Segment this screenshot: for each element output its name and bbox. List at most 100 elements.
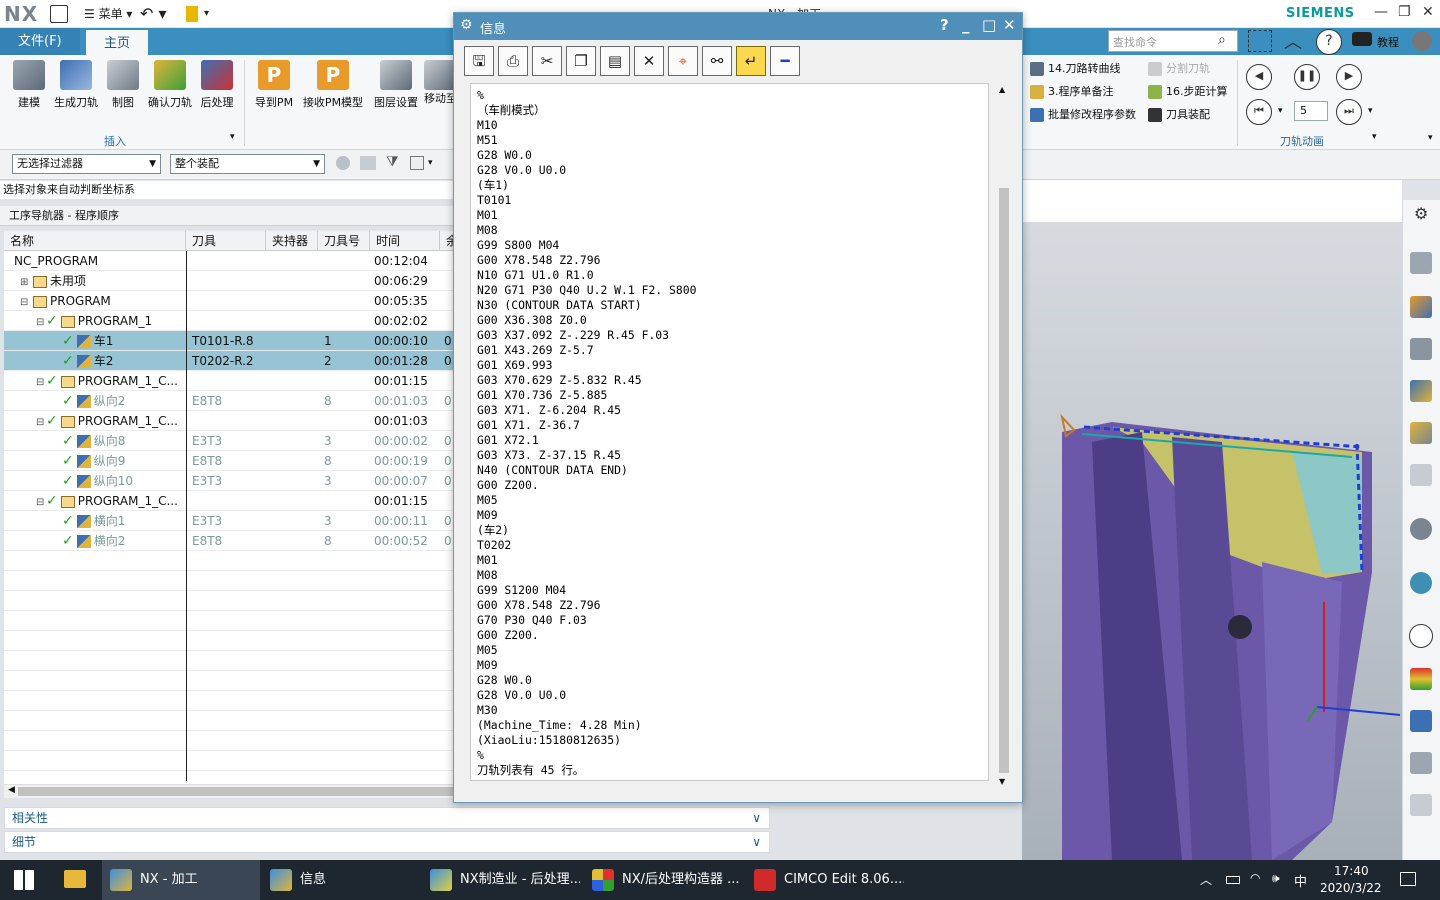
column-header-name[interactable]: 名称 xyxy=(4,231,186,251)
taskbar-item-postprocess[interactable]: NX制造业 - 后处理... xyxy=(422,860,580,900)
settings-icon[interactable]: ⚙ xyxy=(1414,204,1428,223)
ribbon-overflow-icon[interactable]: ▾ xyxy=(1428,133,1433,143)
window-list-icon[interactable] xyxy=(186,6,198,22)
taskbar-item-info[interactable]: 信息 xyxy=(262,860,420,900)
ime-indicator[interactable]: 中 xyxy=(1294,871,1307,890)
volume-icon[interactable]: 🕪 xyxy=(1272,871,1280,886)
expand-toggle-icon[interactable]: ⊟ xyxy=(36,373,46,391)
save-icon[interactable] xyxy=(50,5,68,23)
close-icon[interactable]: ✕ xyxy=(1003,16,1016,34)
table-row[interactable]: ✓ 纵向10 E3T3 3 00:00:07 0. xyxy=(4,471,455,491)
windows-start-icon[interactable] xyxy=(14,870,34,890)
cut-icon[interactable]: ✂ xyxy=(532,46,562,76)
select-all-icon[interactable] xyxy=(336,156,350,170)
taskbar-item-cimco[interactable]: CIMCO Edit 8.06.... xyxy=(746,860,904,900)
part-navigator-icon[interactable] xyxy=(1410,338,1432,360)
tools-icon[interactable] xyxy=(1410,752,1432,774)
help-icon[interactable]: ? xyxy=(940,16,949,34)
scroll-left-icon[interactable]: ◀ xyxy=(8,785,15,795)
table-row[interactable]: ✓ 纵向2 E8T8 8 00:01:03 0. xyxy=(4,391,455,411)
paste-icon[interactable]: ▤ xyxy=(600,46,630,76)
column-header-tool[interactable]: 刀具 xyxy=(186,231,266,251)
anim-speed-input[interactable]: 5 xyxy=(1294,101,1328,121)
snap-dropdown-icon[interactable]: ▾ xyxy=(428,158,433,168)
delete-icon[interactable]: ✕ xyxy=(634,46,664,76)
minimize-icon[interactable]: _ xyxy=(962,16,970,34)
details-panel-header[interactable]: 细节 ∨ xyxy=(4,831,770,853)
move-to-button[interactable]: 移动至 xyxy=(424,60,454,106)
notification-icon[interactable] xyxy=(1400,872,1416,886)
table-row[interactable]: ✓ 纵向8 E3T3 3 00:00:02 0. xyxy=(4,431,455,451)
table-row[interactable]: ⊟ ✓ PROGRAM_1_C... 00:01:03 xyxy=(4,411,455,431)
anim-group-expand-icon[interactable]: ▾ xyxy=(1372,132,1377,142)
tab-home[interactable]: 主页 xyxy=(86,28,149,55)
relevance-panel-header[interactable]: 相关性 ∨ xyxy=(4,807,770,829)
export-pm-button[interactable]: P 导到PM xyxy=(250,60,298,110)
collapse-ribbon-icon[interactable]: ︿ xyxy=(1284,28,1302,54)
taskbar-item-nx[interactable]: NX - 加工 xyxy=(102,860,260,900)
restore-icon[interactable]: ❐ xyxy=(1398,4,1411,20)
layer-settings-button[interactable]: 图层设置 xyxy=(372,60,420,110)
fullscreen-icon[interactable] xyxy=(1248,30,1272,52)
scrollbar-thumb[interactable] xyxy=(18,787,454,796)
palette-icon[interactable] xyxy=(1410,668,1432,690)
tool-assembly-item[interactable]: 刀具装配 xyxy=(1148,105,1210,125)
web-browser-icon[interactable] xyxy=(1410,572,1432,594)
table-row[interactable]: ⊟ ✓ PROGRAM_1 00:02:02 xyxy=(4,311,455,331)
anim-play-icon[interactable]: ▶ xyxy=(1336,64,1362,90)
toolpath-to-curve-item[interactable]: 14.刀路转曲线 xyxy=(1030,59,1121,79)
scope-combo[interactable]: 整个装配 ▼ xyxy=(170,154,325,174)
save-icon[interactable]: 🖫 xyxy=(464,46,494,76)
split-toolpath-item[interactable]: 分割刀轨 xyxy=(1148,59,1210,79)
info-text-area[interactable]: % （车削模式） M10 M51 G28 W0.0 G28 V0.0 U0.0 (车1) T0… xyxy=(470,83,989,781)
machine-navigator-icon[interactable] xyxy=(1410,422,1432,444)
user-avatar[interactable] xyxy=(1412,31,1432,51)
minimize-icon[interactable]: — xyxy=(1374,4,1388,20)
gear-icon[interactable]: ⚙ xyxy=(460,17,473,33)
table-row[interactable]: ⊟ PROGRAM 00:05:35 xyxy=(4,291,455,311)
wrap-icon[interactable]: ↵ xyxy=(736,46,766,76)
clock-date[interactable]: 2020/3/22 xyxy=(1320,881,1382,895)
column-header-time[interactable]: 时间 xyxy=(370,231,440,251)
binoculars-icon[interactable]: ⚯ xyxy=(702,46,732,76)
anim-last-icon[interactable]: ⏭ xyxy=(1336,99,1362,125)
expand-toggle-icon[interactable]: ⊟ xyxy=(20,293,30,311)
generate-toolpath-button[interactable]: 生成刀轨 xyxy=(52,60,100,110)
tutorial-icon[interactable] xyxy=(1352,32,1372,46)
drawing-button[interactable]: 制图 xyxy=(99,60,147,110)
table-row[interactable]: ✓ 横向1 E3T3 3 00:00:11 0. xyxy=(4,511,455,531)
scroll-down-icon[interactable]: ▼ xyxy=(999,777,1005,786)
print-icon[interactable]: ⎙ xyxy=(498,46,528,76)
battery-icon[interactable] xyxy=(1226,876,1240,884)
help-icon[interactable]: ? xyxy=(1316,29,1342,55)
operation-navigator-icon[interactable] xyxy=(1410,380,1432,402)
copy-icon[interactable]: ❐ xyxy=(566,46,596,76)
table-row[interactable]: ⊟ ✓ PROGRAM_1_C... 00:01:15 xyxy=(4,491,455,511)
snap-options-icon[interactable] xyxy=(410,156,424,170)
tab-file[interactable]: 文件(F) xyxy=(0,28,80,55)
library-icon[interactable] xyxy=(1410,794,1432,816)
qat-dropdown-icon[interactable]: ▾ xyxy=(204,5,209,23)
search-icon[interactable]: ⌕ xyxy=(1218,32,1226,48)
insert-group-expand-icon[interactable]: ▾ xyxy=(230,132,235,142)
undo-icon[interactable]: ↶ ▾ xyxy=(140,5,167,23)
constraint-navigator-icon[interactable] xyxy=(1410,296,1432,318)
info-dialog-titlebar[interactable] xyxy=(454,13,1022,40)
table-row[interactable]: ✓ 纵向9 E8T8 8 00:00:19 0. xyxy=(4,451,455,471)
receive-pm-model-button[interactable]: P 接收PM模型 xyxy=(300,60,366,110)
anim-first-icon[interactable]: ⏮ xyxy=(1246,99,1272,125)
anim-step-dropdown-icon[interactable]: ▾ xyxy=(1278,106,1283,116)
close-icon[interactable]: ✕ xyxy=(1422,4,1434,20)
verify-toolpath-button[interactable]: 确认刀轨 xyxy=(146,60,194,110)
network-icon[interactable]: ◠ xyxy=(1250,871,1260,885)
history-icon[interactable] xyxy=(1409,624,1433,648)
snap-icon[interactable] xyxy=(360,156,376,170)
maximize-icon[interactable]: □ xyxy=(982,16,996,34)
table-row[interactable]: ✓ 车2 T0202-R.2 2 00:01:28 0. xyxy=(4,351,455,371)
program-note-item[interactable]: 3.程序单备注 xyxy=(1030,82,1114,102)
batch-modify-item[interactable]: 批量修改程序参数 xyxy=(1030,105,1136,125)
table-row[interactable]: ⊟ ✓ PROGRAM_1_C... 00:01:15 xyxy=(4,371,455,391)
taskbar-item-post-builder[interactable]: NX/后处理构造器 ... xyxy=(584,860,742,900)
scroll-up-icon[interactable]: ▲ xyxy=(999,85,1005,94)
find-icon[interactable]: ⌖ xyxy=(668,46,698,76)
